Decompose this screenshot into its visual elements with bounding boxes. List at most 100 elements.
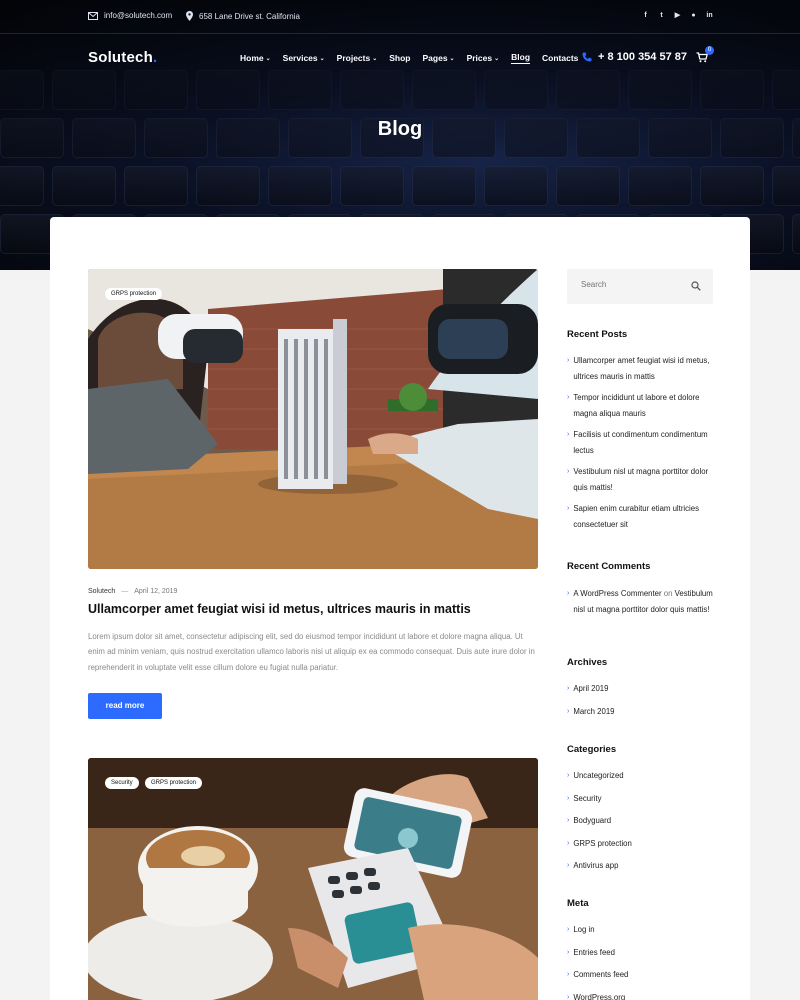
recent-post-link-label: Facilisis ut condimentum condimentum lec… [573,430,708,455]
post-tag[interactable]: GRPS protection [105,288,163,300]
archive-link[interactable]: › March 2019 [567,704,717,720]
post-author[interactable]: Solutech [88,588,115,595]
category-link[interactable]: › Uncategorized [567,768,717,784]
github-icon[interactable]: ● [689,11,698,20]
post-image-vr[interactable]: GRPS protection [88,269,538,569]
comment-author[interactable]: A WordPress Commenter [573,589,661,598]
arrow-icon: › [567,926,570,933]
recent-post-link-label: Vestibulum nisl ut magna porttitor dolor… [573,467,709,492]
cart-count-badge: 0 [705,46,714,55]
post-title[interactable]: Ullamcorper amet feugiat wisi id metus, … [88,602,538,616]
email-info[interactable]: info@solutech.com [88,11,172,20]
menu-item-home[interactable]: Home ⌄ [240,52,271,64]
cart-button[interactable]: 0 [696,46,714,66]
read-more-button[interactable]: read more [88,693,162,719]
logo[interactable]: Solutech. [88,49,157,66]
recent-posts-title: Recent Posts [567,329,628,340]
recent-post-link[interactable]: › Sapien enim curabitur etiam ultricies c… [567,501,717,532]
meta-link[interactable]: › WordPress.org [567,990,717,1000]
arrow-icon: › [567,839,570,847]
arrow-icon: › [567,357,570,364]
arrow-icon: › [567,394,570,401]
category-link-label: Security [573,793,602,803]
category-link[interactable]: › GRPS protection [567,836,717,852]
recent-post-link[interactable]: › Facilisis ut condimentum condimentum le… [567,427,717,458]
social-links: f t ▶ ● in [641,11,714,20]
meta-link[interactable]: › Log in [567,922,717,938]
phone-text: + 8 100 354 57 87 [598,51,687,63]
menu-item-label: Shop [389,53,411,63]
address-text: 658 Lane Drive st. California [199,11,300,21]
chevron-down-icon: ⌄ [265,55,271,62]
archives-list: › April 2019 › March 2019 [567,681,717,726]
twitter-icon[interactable]: t [657,11,666,20]
post-tag-security[interactable]: Security [105,777,139,789]
recent-post-link[interactable]: › Vestibulum nisl ut magna porttitor dolo… [567,464,717,495]
menu-item-label: Contacts [542,53,579,63]
post-image-payment[interactable]: Security GRPS protection [88,758,538,1000]
menu-item-blog[interactable]: Blog [511,52,531,64]
comment-on: on [663,589,673,598]
chevron-down-icon: ⌄ [319,55,325,62]
arrow-icon: › [567,948,570,956]
meta-link-label: Entries feed [573,947,615,957]
post-tag-grps[interactable]: GRPS protection [145,777,203,789]
linkedin-icon[interactable]: in [705,11,714,20]
phone-number[interactable]: + 8 100 354 57 87 [582,51,687,63]
vr-office-illustration [88,269,538,569]
comment-item: › A WordPress Commenter on Vestibulum ni… [567,586,717,617]
recent-comments-list: › A WordPress Commenter on Vestibulum ni… [567,586,717,617]
email-text: info@solutech.com [104,11,173,20]
facebook-icon[interactable]: f [641,11,650,20]
chevron-down-icon: ⌄ [372,55,378,62]
phone-icon [582,52,592,62]
categories-title: Categories [567,744,617,755]
search-input[interactable] [581,280,681,289]
meta-link[interactable]: › Comments feed [567,967,717,983]
meta-link[interactable]: › Entries feed [567,945,717,961]
logo-dot: . [152,49,158,66]
menu-item-shop[interactable]: Shop [389,52,410,64]
recent-post-link-label: Tempor incididunt ut labore et dolore ma… [573,393,700,418]
meta-link-label: WordPress.org [573,992,626,1000]
arrow-icon: › [567,468,570,475]
menu-item-label: Home [240,53,264,63]
recent-post-link[interactable]: › Tempor incididunt ut labore et dolore m… [567,390,717,421]
meta-link-label: Comments feed [573,970,629,979]
recent-comments-title: Recent Comments [567,561,651,572]
search-icon[interactable] [691,281,701,291]
meta-title: Meta [567,898,589,909]
post-meta: Solutech — April 12, 2019 [88,588,178,595]
menu-item-services[interactable]: Services ⌄ [283,52,325,64]
recent-posts-list: › Ullamcorper amet feugiat wisi id metus,… [567,353,717,538]
archive-link[interactable]: › April 2019 [567,681,717,697]
menu-item-contacts[interactable]: Contacts [542,52,578,64]
recent-post-link[interactable]: › Ullamcorper amet feugiat wisi id metus,… [567,353,717,384]
menu-item-label: Pages [422,53,448,63]
menu-item-prices[interactable]: Prices ⌄ [467,52,500,64]
category-link[interactable]: › Antivirus app [567,858,717,874]
category-link[interactable]: › Bodyguard [567,813,717,829]
chevron-down-icon: ⌄ [449,55,455,62]
archives-title: Archives [567,657,608,668]
main-nav: Solutech. Home ⌄ Services ⌄ Projects ⌄ Shop Pag… [0,34,800,82]
meta-list: › Log in › Entries feed › Comments feed › WordP… [567,922,717,1000]
menu-item-pages[interactable]: Pages ⌄ [423,52,455,64]
archive-link-label: April 2019 [573,684,609,693]
youtube-icon[interactable]: ▶ [673,11,682,20]
recent-post-link-label: Sapien enim curabitur etiam ultricies co… [573,504,700,529]
post-date[interactable]: April 12, 2019 [134,588,177,595]
menu-item-label: Projects [336,53,371,63]
menu-item-projects[interactable]: Projects ⌄ [337,52,378,64]
categories-list: › Uncategorized › Security › Bodyguard › GRPS p… [567,768,717,881]
envelope-icon [88,11,98,20]
payment-illustration [88,758,538,1000]
page-title: Blog [377,118,423,140]
category-link[interactable]: › Security [567,791,717,807]
recent-post-link-label: Ullamcorper amet feugiat wisi id metus, … [573,356,710,381]
menu-item-label: Blog [511,52,531,62]
arrow-icon: › [567,505,570,512]
category-link-label: Uncategorized [573,771,624,780]
logo-text: Solutech [88,49,153,66]
category-link-label: Bodyguard [573,816,612,825]
